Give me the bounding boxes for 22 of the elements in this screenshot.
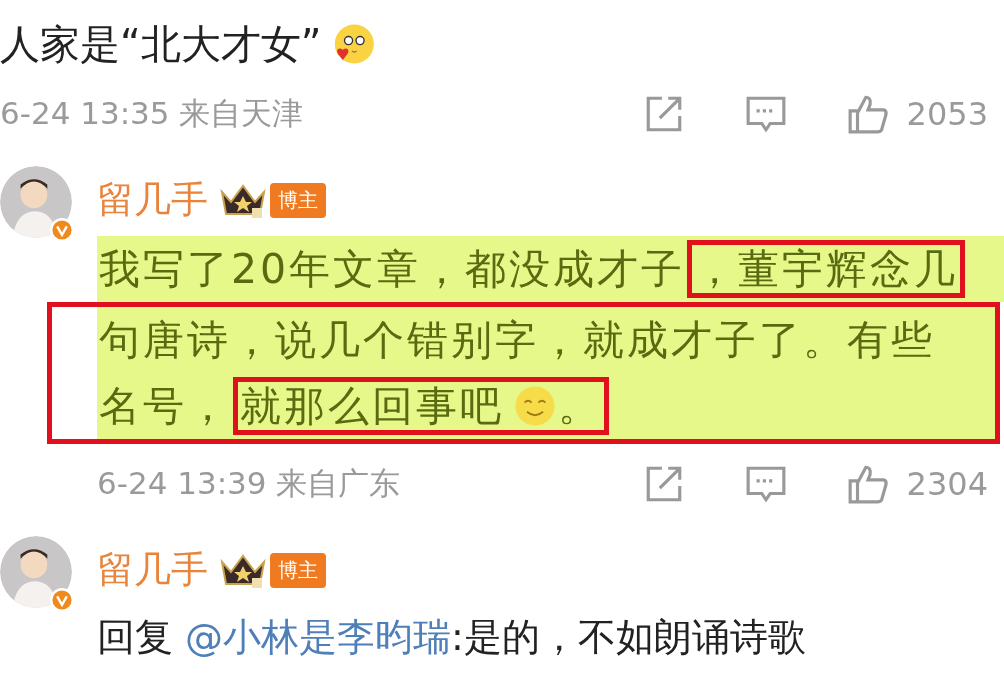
comment-text: 名号，: [98, 380, 232, 432]
comment-text: 人家是“北大才女”: [0, 14, 376, 74]
author-name[interactable]: 留几手: [97, 175, 208, 225]
timestamp: 6-24 13:39 来自广东: [97, 464, 401, 503]
like-icon[interactable]: [846, 93, 889, 135]
reply-text: 回复 @小林是李昀瑞:是的，不如朗诵诗歌: [97, 614, 807, 661]
comment-text: 就那么回事吧 。: [233, 377, 609, 435]
blogger-badge: 博主: [270, 182, 326, 218]
like-count: 2053: [906, 95, 988, 133]
avatar[interactable]: [0, 536, 72, 608]
like-icon[interactable]: [846, 463, 889, 505]
mention-link[interactable]: @小林是李昀瑞: [185, 615, 452, 659]
avatar[interactable]: [0, 166, 72, 238]
comment-text: 句唐诗，说几个错别字，就成才子了。有些: [98, 314, 936, 366]
blogger-badge: 博主: [270, 552, 326, 588]
comment-text: ，董宇辉念几: [687, 240, 966, 298]
timestamp: 6-24 13:35 来自天津: [0, 94, 304, 133]
like-count: 2304: [906, 465, 988, 503]
author-name[interactable]: 留几手: [97, 545, 208, 595]
crown-icon: [218, 552, 268, 588]
comment-text: 我写了20年文章，都没成才子: [98, 243, 687, 295]
crown-icon: [218, 182, 268, 218]
